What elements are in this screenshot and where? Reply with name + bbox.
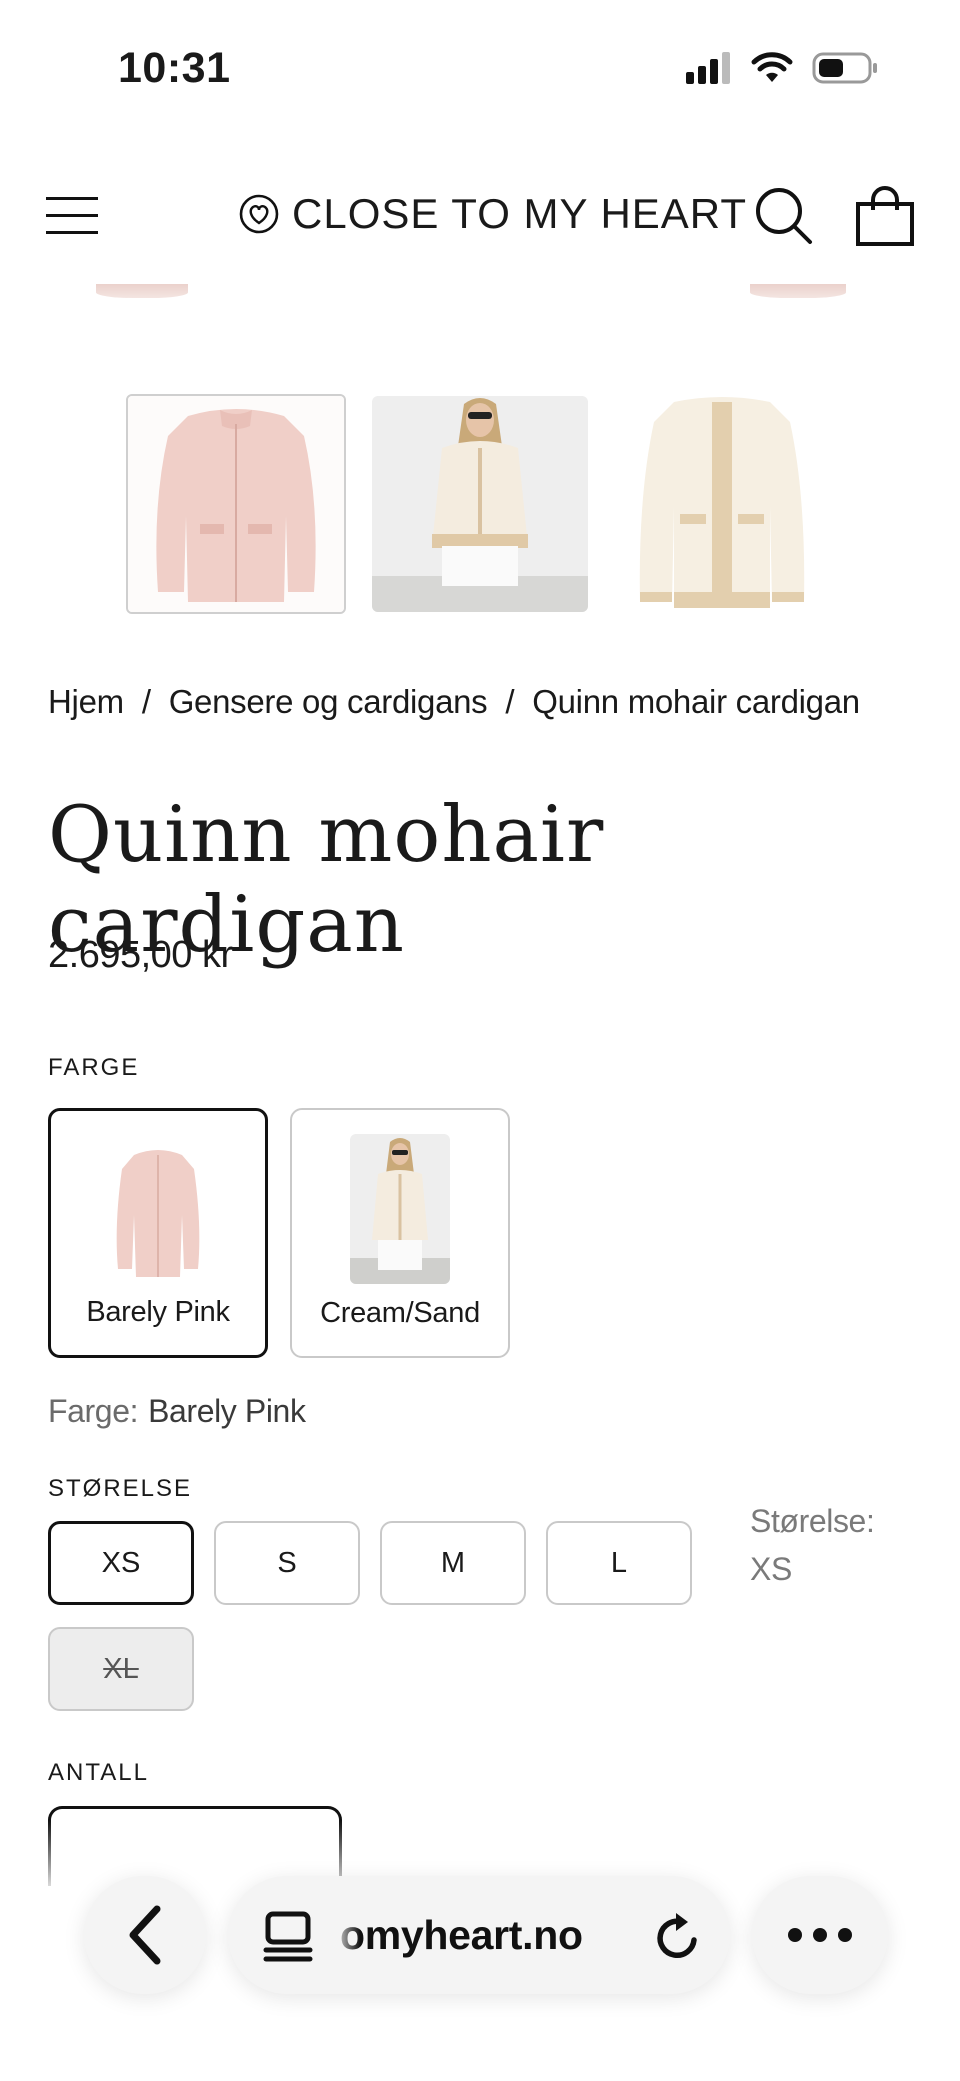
- product-price: 2.695,00 kr: [48, 934, 233, 976]
- selected-color-prefix: Farge:: [48, 1393, 139, 1429]
- thumbnail-barely-pink[interactable]: [126, 394, 346, 614]
- swatch-image-cream: [350, 1134, 450, 1284]
- address-bar[interactable]: omyheart.no: [228, 1876, 730, 1994]
- selected-size: Størelse: XS: [750, 1497, 875, 1593]
- size-option-xs[interactable]: XS: [48, 1521, 194, 1605]
- breadcrumb: Hjem / Gensere og cardigans / Quinn moha…: [48, 683, 860, 721]
- quantity-section-label: ANTALL: [48, 1759, 149, 1786]
- color-section-label: FARGE: [48, 1054, 140, 1081]
- size-option-m[interactable]: M: [380, 1521, 526, 1605]
- thumbnail-cream-model[interactable]: [372, 396, 588, 612]
- shopping-bag-icon: [856, 186, 914, 246]
- breadcrumb-home[interactable]: Hjem: [48, 683, 124, 721]
- reload-icon[interactable]: [652, 1910, 704, 1964]
- thumbnail-strip: [126, 394, 830, 614]
- chevron-left-icon: [129, 1905, 161, 1965]
- breadcrumb-category[interactable]: Gensere og cardigans: [169, 683, 488, 721]
- selected-size-label: Størelse:: [750, 1503, 875, 1539]
- more-icon: [788, 1928, 852, 1942]
- brand-name: CLOSE TO MY HEART: [292, 190, 748, 237]
- size-option-label: XL: [103, 1652, 139, 1685]
- battery-icon: [812, 52, 877, 84]
- cardigan-pink-image: [128, 396, 344, 612]
- brand-link[interactable]: CLOSE TO MY HEART: [238, 190, 747, 238]
- main-image-edge: [96, 284, 188, 298]
- breadcrumb-separator: /: [505, 683, 515, 720]
- heart-logo-icon: [239, 194, 279, 234]
- size-section-label: STØRELSE: [48, 1475, 193, 1502]
- status-icons: [686, 52, 878, 84]
- browser-more-button[interactable]: [752, 1876, 888, 1994]
- size-option-label: XS: [101, 1546, 141, 1579]
- breadcrumb-separator: /: [141, 683, 151, 720]
- color-option-label: Barely Pink: [86, 1296, 230, 1328]
- size-option-label: L: [610, 1546, 628, 1579]
- breadcrumb-current: Quinn mohair cardigan: [532, 683, 860, 720]
- status-time: 10:31: [118, 44, 231, 92]
- cellular-signal-icon: [686, 52, 730, 84]
- color-option-barely-pink[interactable]: Barely Pink: [48, 1108, 268, 1358]
- hamburger-icon: [46, 197, 98, 234]
- menu-button[interactable]: [46, 196, 100, 236]
- selected-color: Farge: Barely Pink: [48, 1393, 306, 1430]
- size-option-xl[interactable]: XL: [48, 1627, 194, 1711]
- color-option-label: Cream/Sand: [320, 1297, 480, 1329]
- color-option-cream-sand[interactable]: Cream/Sand: [290, 1108, 510, 1358]
- thumbnail-cream-sand[interactable]: [614, 396, 830, 612]
- cardigan-cream-model-image: [372, 396, 588, 612]
- cart-button[interactable]: [854, 186, 916, 248]
- tab-overview-icon: [263, 1911, 313, 1962]
- search-button[interactable]: [754, 186, 814, 246]
- address-bar-url: omyheart.no: [340, 1912, 583, 1958]
- size-option-l[interactable]: L: [546, 1521, 692, 1605]
- main-image-edge: [750, 284, 846, 298]
- size-option-label: S: [277, 1546, 297, 1579]
- selected-size-value: XS: [750, 1551, 792, 1587]
- browser-back-button[interactable]: [84, 1876, 206, 1994]
- url-fade: [332, 1906, 360, 1966]
- search-icon: [756, 188, 812, 244]
- size-option-s[interactable]: S: [214, 1521, 360, 1605]
- cardigan-cream-image: [614, 396, 830, 612]
- swatch-image-pink: [108, 1135, 208, 1285]
- selected-color-value: Barely Pink: [148, 1393, 306, 1429]
- size-option-label: M: [440, 1546, 466, 1579]
- wifi-icon: [751, 52, 793, 82]
